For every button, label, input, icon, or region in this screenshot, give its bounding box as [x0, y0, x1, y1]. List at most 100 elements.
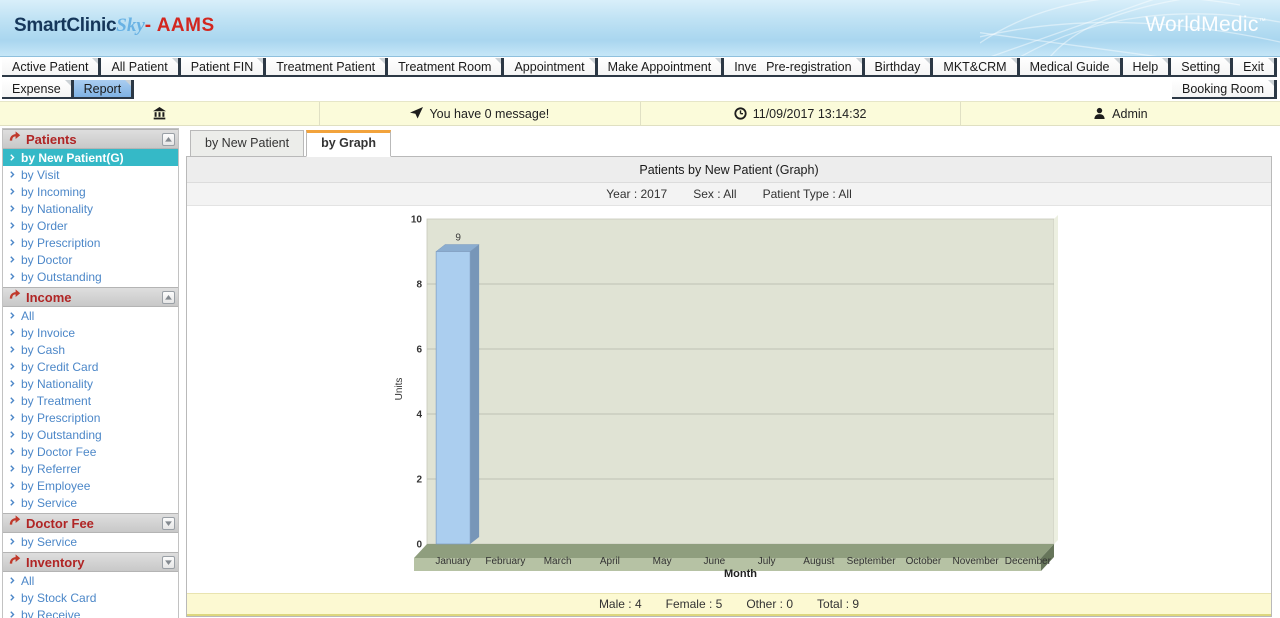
chevron-right-icon: [8, 204, 17, 213]
summary-4: Total : 9: [817, 597, 859, 611]
menu-tab-booking-room[interactable]: Booking Room: [1172, 80, 1277, 99]
month-label: April: [600, 556, 620, 567]
section-header-doctor-fee[interactable]: Doctor Fee: [3, 513, 178, 533]
sidebar-item-by-service[interactable]: by Service: [3, 494, 178, 511]
report-title: Patients by New Patient (Graph): [187, 157, 1271, 183]
sidebar-item-by-nationality[interactable]: by Nationality: [3, 375, 178, 392]
report-view-tabs: by New Patientby Graph: [190, 130, 393, 157]
menu-tab-exit[interactable]: Exit: [1233, 58, 1277, 77]
app-logo: SmartClinicSky- AAMS: [14, 15, 215, 37]
report-summary: Male : 4Female : 5Other : 0Total : 9: [187, 593, 1271, 616]
collapse-button[interactable]: [162, 291, 175, 304]
chevron-right-icon: [8, 537, 17, 546]
worldmedic-logo: WorldMedic™: [1145, 13, 1266, 37]
menu-tab-help[interactable]: Help: [1123, 58, 1172, 77]
sidebar-item-by-visit[interactable]: by Visit: [3, 166, 178, 183]
status-text-2: You have 0 message!: [429, 107, 549, 121]
section-title: Patients: [26, 132, 162, 147]
sidebar-item-by-new-patient-g-[interactable]: by New Patient(G): [3, 149, 178, 166]
sidebar-item-by-outstanding[interactable]: by Outstanding: [3, 426, 178, 443]
menu-tab-make-appointment[interactable]: Make Appointment: [598, 58, 725, 77]
month-label: September: [847, 556, 897, 567]
sidebar-item-by-prescription[interactable]: by Prescription: [3, 234, 178, 251]
svg-text:0: 0: [416, 540, 422, 551]
menu-tab-appointment[interactable]: Appointment: [504, 58, 597, 77]
sidebar-item-by-incoming[interactable]: by Incoming: [3, 183, 178, 200]
sidebar-item-by-invoice[interactable]: by Invoice: [3, 324, 178, 341]
collapse-button[interactable]: [162, 133, 175, 146]
sidebar-item-label: by Visit: [21, 168, 59, 182]
svg-text:8: 8: [416, 280, 422, 291]
summary-1: Male : 4: [599, 597, 642, 611]
menu-tab-mkt-crm[interactable]: MKT&CRM: [933, 58, 1019, 77]
section-header-inventory[interactable]: Inventory: [3, 552, 178, 572]
month-label: November: [953, 556, 1000, 567]
bank-icon: [153, 107, 166, 120]
send-icon: [410, 107, 423, 120]
summary-2: Female : 5: [666, 597, 723, 611]
sidebar-item-by-nationality[interactable]: by Nationality: [3, 200, 178, 217]
sidebar-item-by-employee[interactable]: by Employee: [3, 477, 178, 494]
sidebar-item-all[interactable]: All: [3, 307, 178, 324]
menu-tab-active-patient[interactable]: Active Patient: [2, 58, 101, 77]
section-header-income[interactable]: Income: [3, 287, 178, 307]
tab-by-new-patient[interactable]: by New Patient: [190, 130, 304, 157]
sidebar-item-by-doctor-fee[interactable]: by Doctor Fee: [3, 443, 178, 460]
menu-tab-setting[interactable]: Setting: [1171, 58, 1233, 77]
filter-2: Sex : All: [693, 187, 736, 201]
status-text-3: 11/09/2017 13:14:32: [753, 107, 867, 121]
status-cell-2: You have 0 message!: [320, 102, 640, 125]
menu-tab-medical-guide[interactable]: Medical Guide: [1020, 58, 1123, 77]
bar-chart: 02468109JanuaryFebruaryMarchAprilMayJune…: [391, 211, 1081, 583]
sidebar-item-all[interactable]: All: [3, 572, 178, 589]
sidebar-item-by-cash[interactable]: by Cash: [3, 341, 178, 358]
svg-text:6: 6: [416, 345, 422, 356]
sidebar-item-by-stock-card[interactable]: by Stock Card: [3, 589, 178, 606]
menu-row2-left-group: ExpenseReport: [2, 80, 134, 99]
sidebar-item-by-credit-card[interactable]: by Credit Card: [3, 358, 178, 375]
menu-tab-treatment-room[interactable]: Treatment Room: [388, 58, 504, 77]
chevron-right-icon: [8, 593, 17, 602]
menu-row2-right-group: Booking Room: [1172, 80, 1277, 99]
sidebar-item-by-prescription[interactable]: by Prescription: [3, 409, 178, 426]
menu-tab-birthday[interactable]: Birthday: [865, 58, 934, 77]
month-label: June: [704, 556, 726, 567]
app-header: SmartClinicSky- AAMS WorldMedic™: [0, 0, 1280, 57]
collapse-button[interactable]: [162, 517, 175, 530]
menu-tab-expense[interactable]: Expense: [2, 80, 74, 99]
sidebar-item-label: by Prescription: [21, 411, 100, 425]
svg-text:10: 10: [411, 215, 423, 226]
menu-tab-pre-registration[interactable]: Pre-registration: [756, 58, 864, 77]
logo-sky: Sky: [116, 15, 145, 36]
collapse-button[interactable]: [162, 556, 175, 569]
menu-tab-all-patient[interactable]: All Patient: [101, 58, 180, 77]
sidebar-item-by-outstanding[interactable]: by Outstanding: [3, 268, 178, 285]
sidebar-item-by-receive[interactable]: by Receive: [3, 606, 178, 618]
section-header-patients[interactable]: Patients: [3, 129, 178, 149]
sidebar-item-by-treatment[interactable]: by Treatment: [3, 392, 178, 409]
month-label: February: [485, 556, 525, 567]
chevron-right-icon: [8, 345, 17, 354]
sidebar-item-by-order[interactable]: by Order: [3, 217, 178, 234]
month-label: March: [544, 556, 572, 567]
menu-tab-patient-fin[interactable]: Patient FIN: [181, 58, 267, 77]
y-axis-title: Units: [394, 378, 405, 401]
user-icon: [1093, 107, 1106, 120]
sidebar-item-by-referrer[interactable]: by Referrer: [3, 460, 178, 477]
section-title: Income: [26, 290, 162, 305]
chevron-right-icon: [8, 328, 17, 337]
month-label: January: [435, 556, 471, 567]
triangle-down-icon: [163, 518, 174, 529]
section-arrow-icon: [8, 553, 21, 566]
tab-by-graph[interactable]: by Graph: [306, 130, 391, 157]
sidebar-item-by-service[interactable]: by Service: [3, 533, 178, 550]
svg-text:4: 4: [416, 410, 422, 421]
chevron-right-icon: [8, 379, 17, 388]
sidebar-item-by-doctor[interactable]: by Doctor: [3, 251, 178, 268]
menu-tab-report[interactable]: Report: [74, 80, 135, 99]
sidebar-item-label: by Employee: [21, 479, 90, 493]
menu-tab-treatment-patient[interactable]: Treatment Patient: [266, 58, 388, 77]
section-arrow-icon: [8, 288, 21, 306]
chevron-right-icon: [8, 447, 17, 456]
clock-icon: [734, 107, 747, 120]
